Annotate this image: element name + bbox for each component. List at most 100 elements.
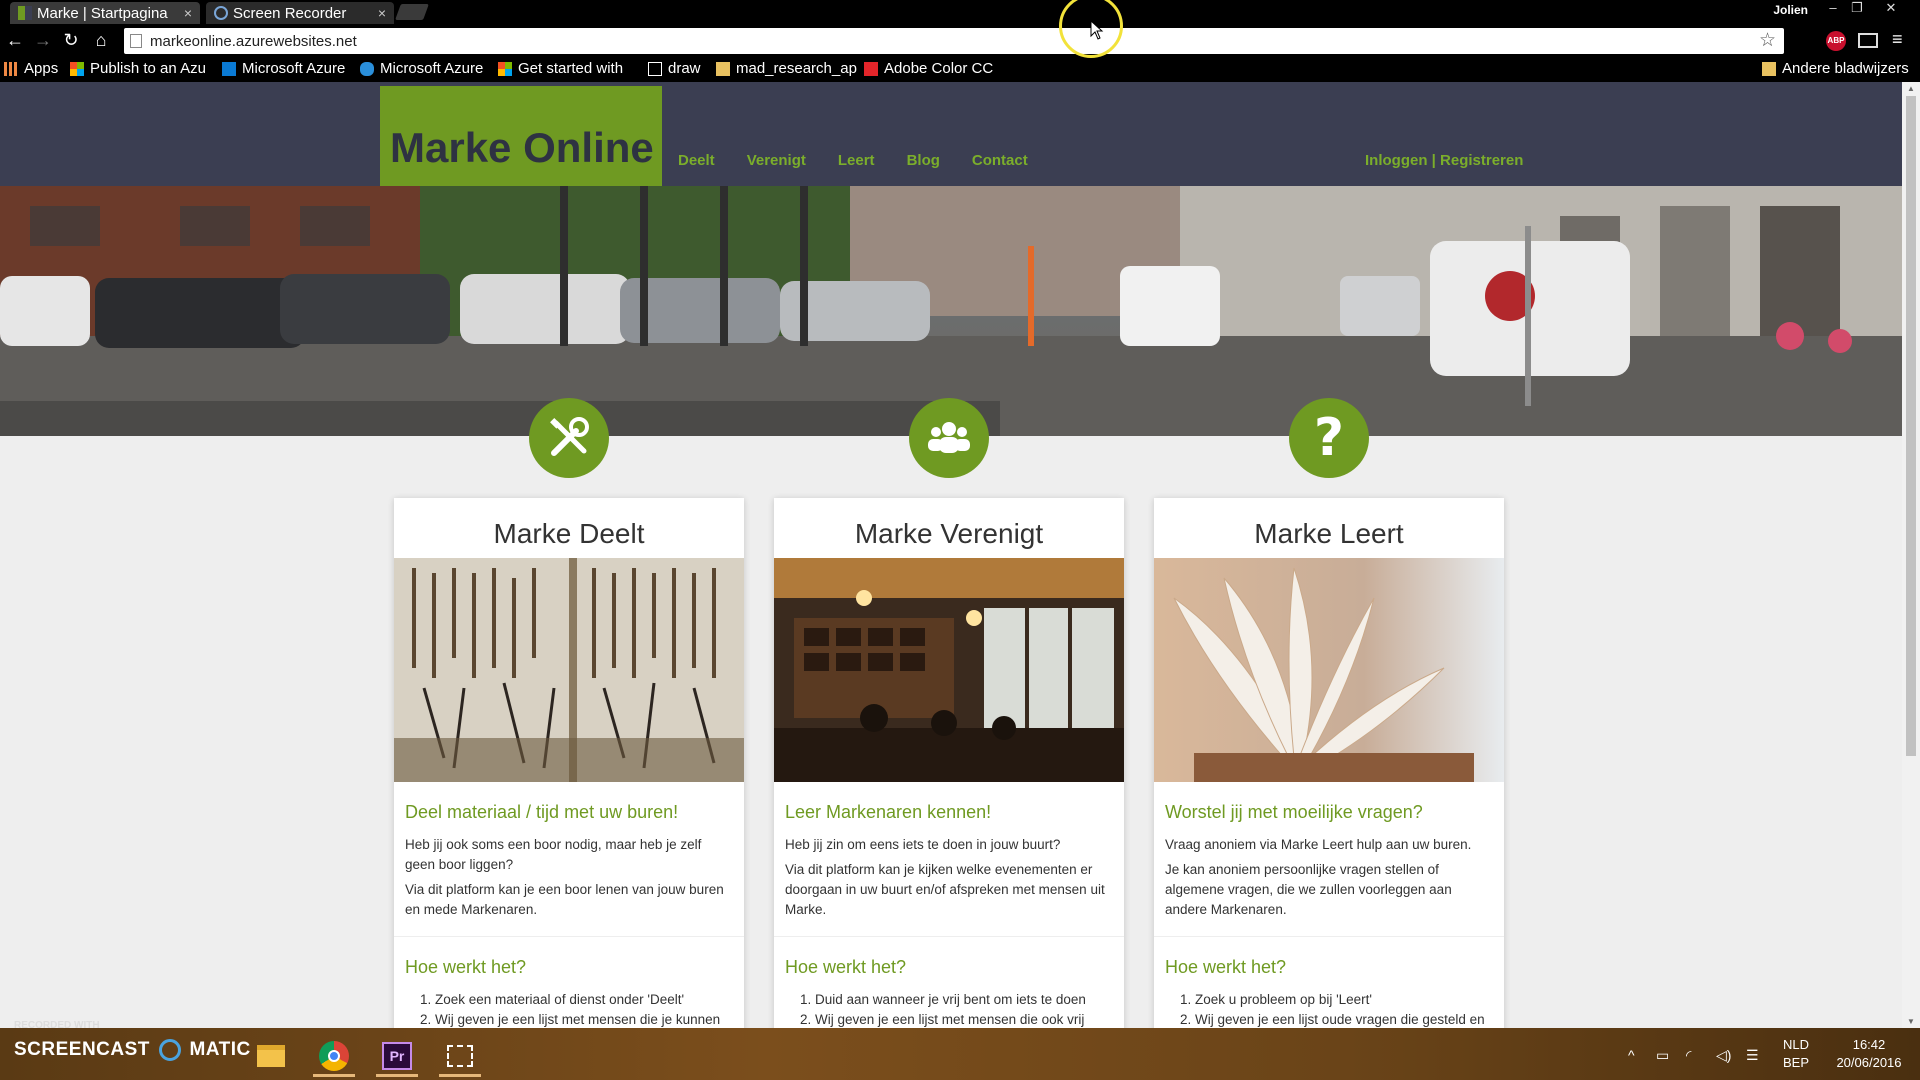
- screencast-watermark: SCREENCAST MATIC: [14, 1039, 251, 1061]
- screencast-o-icon: [158, 1039, 181, 1061]
- notifications-icon[interactable]: ☰: [1746, 1047, 1759, 1064]
- scroll-down-icon[interactable]: ▼: [1907, 1017, 1915, 1026]
- bookmark-label: mad_research_ap: [736, 60, 857, 77]
- bookmark-label: draw: [668, 60, 701, 77]
- mouse-cursor-icon: [1090, 20, 1104, 40]
- bookmark-apps[interactable]: Apps: [4, 60, 58, 77]
- tab-screen-recorder[interactable]: Screen Recorder ×: [206, 2, 394, 24]
- new-tab-button[interactable]: [395, 4, 429, 20]
- battery-icon[interactable]: ▭: [1656, 1047, 1669, 1064]
- reload-icon[interactable]: ↻: [60, 30, 82, 51]
- microsoft-logo-icon: [498, 61, 512, 76]
- site-favicon-icon: [18, 6, 32, 20]
- divider: [394, 936, 744, 937]
- home-icon[interactable]: ⌂: [90, 30, 112, 51]
- nav-deelt[interactable]: Deelt: [678, 152, 715, 169]
- bookmark-draw[interactable]: draw: [648, 60, 701, 77]
- browser-toolbar: ← → ↻ ⌂ markeonline.azurewebsites.net ☆ …: [0, 24, 1920, 58]
- page-icon: [130, 34, 142, 48]
- bookmark-label: Andere bladwijzers: [1782, 60, 1909, 77]
- site-header: Marke Online Deelt Verenigt Leert Blog C…: [0, 82, 1902, 186]
- step-item: Duid aan wanneer je vrij bent om iets te…: [815, 990, 1114, 1010]
- recorder-icon: [214, 6, 228, 20]
- close-tab-icon[interactable]: ×: [184, 5, 192, 21]
- step-item: Wij geven je een lijst oude vragen die g…: [1195, 1010, 1494, 1028]
- login-register-link[interactable]: Inloggen | Registreren: [1365, 152, 1523, 169]
- nav-blog[interactable]: Blog: [907, 152, 940, 169]
- bookmark-adobe-color[interactable]: Adobe Color CC: [864, 60, 993, 77]
- step-item: Zoek een materiaal of dienst onder 'Deel…: [435, 990, 734, 1010]
- recorded-with-label: RECORDED WITH: [14, 1020, 100, 1031]
- bookmark-label: Microsoft Azure: [380, 60, 484, 77]
- card-title: Marke Leert: [1254, 518, 1404, 549]
- tab-label: Screen Recorder: [233, 4, 347, 22]
- windows-logo-icon: [222, 61, 236, 76]
- steps-list: Zoek een materiaal of dienst onder 'Deel…: [405, 990, 734, 1028]
- cloud-icon: [360, 61, 374, 76]
- chrome-icon[interactable]: [309, 1036, 359, 1077]
- profile-name[interactable]: Jolien: [1773, 3, 1808, 17]
- card-paragraph: Vraag anoniem via Marke Leert hulp aan u…: [1165, 837, 1472, 852]
- bookmark-star-icon[interactable]: ☆: [1759, 29, 1776, 52]
- tab-startpagina[interactable]: Marke | Startpagina ×: [10, 2, 200, 24]
- adobe-icon: [864, 61, 878, 76]
- language-indicator[interactable]: NLD BEP: [1776, 1036, 1816, 1072]
- screencast-logo-suffix: MATIC: [189, 1039, 251, 1061]
- bookmark-label: Adobe Color CC: [884, 60, 994, 77]
- file-explorer-icon[interactable]: [246, 1036, 296, 1076]
- question-icon[interactable]: ?: [1289, 398, 1369, 478]
- clock[interactable]: 16:42 20/06/2016: [1826, 1036, 1912, 1072]
- bookmark-publish-azure[interactable]: Publish to an Azu: [70, 60, 206, 77]
- screencast-logo-text: SCREENCAST: [14, 1039, 150, 1061]
- step-item: Wij geven je een lijst met mensen die oo…: [815, 1010, 1114, 1028]
- premiere-pro-icon[interactable]: Pr: [372, 1036, 422, 1077]
- bookmark-microsoft-azure-2[interactable]: Microsoft Azure: [360, 60, 483, 77]
- url-text[interactable]: markeonline.azurewebsites.net: [150, 33, 357, 50]
- snipping-tool-icon[interactable]: [435, 1036, 485, 1077]
- forward-icon[interactable]: →: [32, 30, 54, 51]
- volume-icon[interactable]: ◁): [1716, 1047, 1731, 1064]
- tools-icon[interactable]: [529, 398, 609, 478]
- minimize-icon[interactable]: –: [1822, 0, 1844, 16]
- site-logo[interactable]: Marke Online: [380, 86, 662, 186]
- show-hidden-icons-icon[interactable]: ^: [1628, 1047, 1635, 1063]
- card-heading: Leer Markenaren kennen!: [785, 802, 992, 822]
- tools-wall-image: [394, 558, 744, 782]
- bookmark-get-started[interactable]: Get started with: [498, 60, 623, 77]
- nav-contact[interactable]: Contact: [972, 152, 1028, 169]
- group-icon[interactable]: [909, 398, 989, 478]
- close-tab-icon[interactable]: ×: [378, 5, 386, 21]
- card-title: Marke Verenigt: [854, 518, 1044, 549]
- other-bookmarks[interactable]: Andere bladwijzers: [1762, 60, 1909, 77]
- card-title: Marke Deelt: [493, 518, 645, 549]
- bookmark-label: Apps: [24, 60, 59, 77]
- microsoft-logo-icon: [70, 61, 84, 76]
- scroll-thumb[interactable]: [1906, 96, 1916, 756]
- wifi-icon[interactable]: ◜: [1686, 1047, 1691, 1064]
- steps-list: Zoek u probleem op bij 'Leert' Wij geven…: [1165, 990, 1494, 1028]
- cast-icon[interactable]: [1858, 33, 1878, 48]
- folder-icon: [1762, 61, 1776, 76]
- close-window-icon[interactable]: ✕: [1880, 0, 1902, 16]
- bookmark-label: Get started with: [518, 60, 624, 77]
- bookmark-mad-research[interactable]: mad_research_ap: [716, 60, 857, 77]
- restore-icon[interactable]: ❐: [1846, 0, 1868, 16]
- page-scrollbar[interactable]: ▲ ▼: [1902, 82, 1920, 1028]
- step-item: Zoek u probleem op bij 'Leert': [1195, 990, 1494, 1010]
- card-marke-verenigt: Marke Verenigt Leer Markenaren kennen! H…: [774, 498, 1124, 1028]
- bookmark-microsoft-azure-1[interactable]: Microsoft Azure: [222, 60, 345, 77]
- address-bar[interactable]: markeonline.azurewebsites.net ☆: [124, 28, 1784, 54]
- card-marke-deelt: Marke Deelt Deel materiaal / tijd met uw…: [394, 498, 744, 1028]
- bookmarks-bar: Apps Publish to an Azu Microsoft Azure M…: [0, 58, 1920, 82]
- menu-icon[interactable]: ≡: [1892, 29, 1903, 50]
- tab-label: Marke | Startpagina: [37, 4, 168, 22]
- scroll-up-icon[interactable]: ▲: [1907, 84, 1915, 93]
- apps-grid-icon: [4, 61, 18, 76]
- clock-time: 16:42: [1852, 1037, 1886, 1052]
- how-it-works-title: Hoe werkt het?: [785, 957, 907, 977]
- nav-verenigt[interactable]: Verenigt: [747, 152, 806, 169]
- back-icon[interactable]: ←: [4, 30, 26, 51]
- nav-leert[interactable]: Leert: [838, 152, 875, 169]
- card-paragraph: Heb jij zin om eens iets te doen in jouw…: [785, 837, 1061, 852]
- adblock-icon[interactable]: ABP: [1826, 31, 1846, 51]
